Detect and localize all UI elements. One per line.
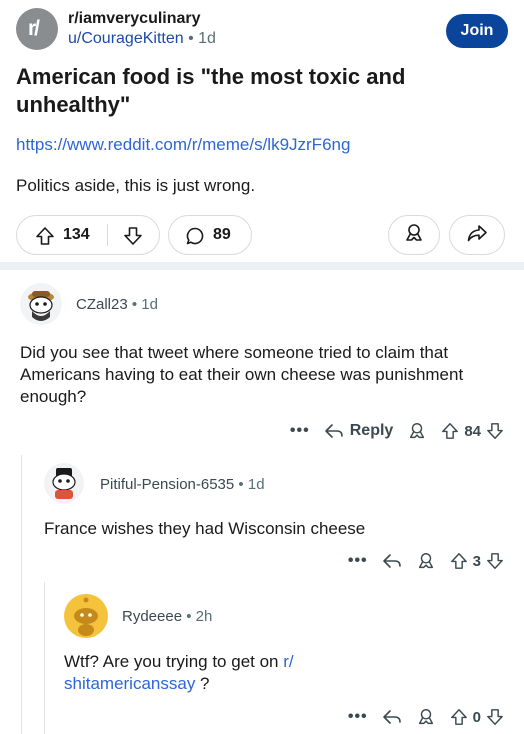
comment-text: Wtf? Are you trying to get on r/shitamer… (64, 651, 494, 695)
vote-control: 84 (441, 422, 504, 440)
avatar[interactable] (64, 594, 108, 638)
award-icon (403, 222, 425, 249)
post-body: Politics aside, this is just wrong. (16, 176, 256, 195)
comment-text-end: ? (195, 674, 210, 693)
thread-line[interactable] (21, 455, 22, 734)
comment-author[interactable]: Rydeeee (122, 608, 182, 625)
more-options-icon[interactable]: ••• (348, 552, 368, 570)
snoo-avatar-icon (64, 594, 108, 638)
comment-age: 2h (195, 608, 213, 625)
comment-meta: Rydeeee • 2h (122, 608, 212, 625)
reply-button[interactable] (382, 552, 402, 570)
snoo-avatar-icon (20, 283, 62, 325)
meta-separator: • (186, 608, 192, 625)
share-button[interactable] (449, 215, 505, 255)
comment-bubble-icon (185, 226, 205, 251)
meta-separator: • (188, 30, 194, 47)
reply-icon (324, 424, 343, 438)
subreddit-logo-icon: r/ (28, 17, 40, 40)
join-button[interactable]: Join (446, 14, 508, 48)
avatar[interactable] (44, 463, 84, 503)
comment-actions: ••• Reply 84 (276, 419, 504, 443)
avatar[interactable] (20, 283, 62, 325)
upvote-icon[interactable] (35, 226, 55, 251)
award-button[interactable] (388, 215, 440, 255)
subreddit-avatar[interactable]: r/ (16, 8, 58, 50)
comment-actions: ••• 3 (334, 549, 504, 573)
award-icon[interactable] (407, 421, 427, 441)
more-options-icon[interactable]: ••• (290, 422, 310, 440)
upvote-icon[interactable] (441, 422, 459, 440)
comment-author[interactable]: CZall23 (76, 296, 128, 313)
meta-separator: • (238, 476, 244, 493)
vote-control: 3 (450, 552, 504, 570)
comment-age: 1d (247, 476, 265, 493)
comment-meta: Pitiful-Pension-6535 • 1d (100, 476, 265, 493)
comment-text-start: Wtf? Are you trying to get on (64, 652, 284, 671)
comment-score: 0 (472, 708, 481, 726)
award-icon[interactable] (416, 551, 436, 571)
downvote-icon[interactable] (123, 226, 143, 251)
snoo-avatar-icon (44, 463, 84, 503)
subreddit-link[interactable]: shitamericanssay (64, 674, 195, 693)
upvote-icon[interactable] (450, 708, 468, 726)
subreddit-name[interactable]: r/iamveryculinary (68, 10, 201, 28)
subreddit-link-prefix[interactable]: r/ (283, 652, 293, 671)
post-author[interactable]: u/CourageKitten (68, 30, 184, 47)
downvote-icon[interactable] (486, 422, 504, 440)
comment-text: Did you see that tweet where someone tri… (20, 343, 464, 406)
reply-label: Reply (349, 422, 394, 439)
comment-meta: CZall23 • 1d (76, 296, 158, 313)
vote-control: 0 (450, 708, 504, 726)
vote-pill: 134 (16, 215, 160, 255)
comments-button[interactable]: 89 (168, 215, 252, 255)
comment-text: France wishes they had Wisconsin cheese (44, 519, 366, 538)
comment-author[interactable]: Pitiful-Pension-6535 (100, 476, 234, 493)
share-icon (466, 222, 488, 249)
reply-button[interactable] (382, 708, 402, 726)
comment-count: 89 (213, 226, 231, 243)
post-link[interactable]: https://www.reddit.com/r/meme/s/lk9JzrF6… (16, 135, 350, 155)
reply-button[interactable]: Reply (324, 422, 394, 440)
vote-divider (107, 224, 108, 246)
section-divider (0, 262, 524, 270)
reply-icon (382, 554, 401, 568)
post-age: 1d (198, 30, 216, 47)
comment-score: 3 (472, 552, 481, 570)
post-meta: u/CourageKitten • 1d (68, 30, 216, 48)
award-icon[interactable] (416, 707, 436, 727)
reply-icon (382, 710, 401, 724)
upvote-icon[interactable] (450, 552, 468, 570)
post-title: American food is "the most toxic and unh… (16, 64, 406, 117)
downvote-icon[interactable] (486, 552, 504, 570)
post-header: r/ r/iamveryculinary u/CourageKitten • 1… (16, 8, 508, 52)
more-options-icon[interactable]: ••• (348, 708, 368, 726)
downvote-icon[interactable] (486, 708, 504, 726)
comment-score: 84 (464, 422, 481, 440)
thread-line[interactable] (44, 582, 45, 734)
meta-separator: • (131, 296, 138, 313)
comment-age: 1d (141, 296, 158, 313)
upvote-count: 134 (63, 226, 90, 243)
comment-actions: ••• 0 (334, 705, 504, 729)
